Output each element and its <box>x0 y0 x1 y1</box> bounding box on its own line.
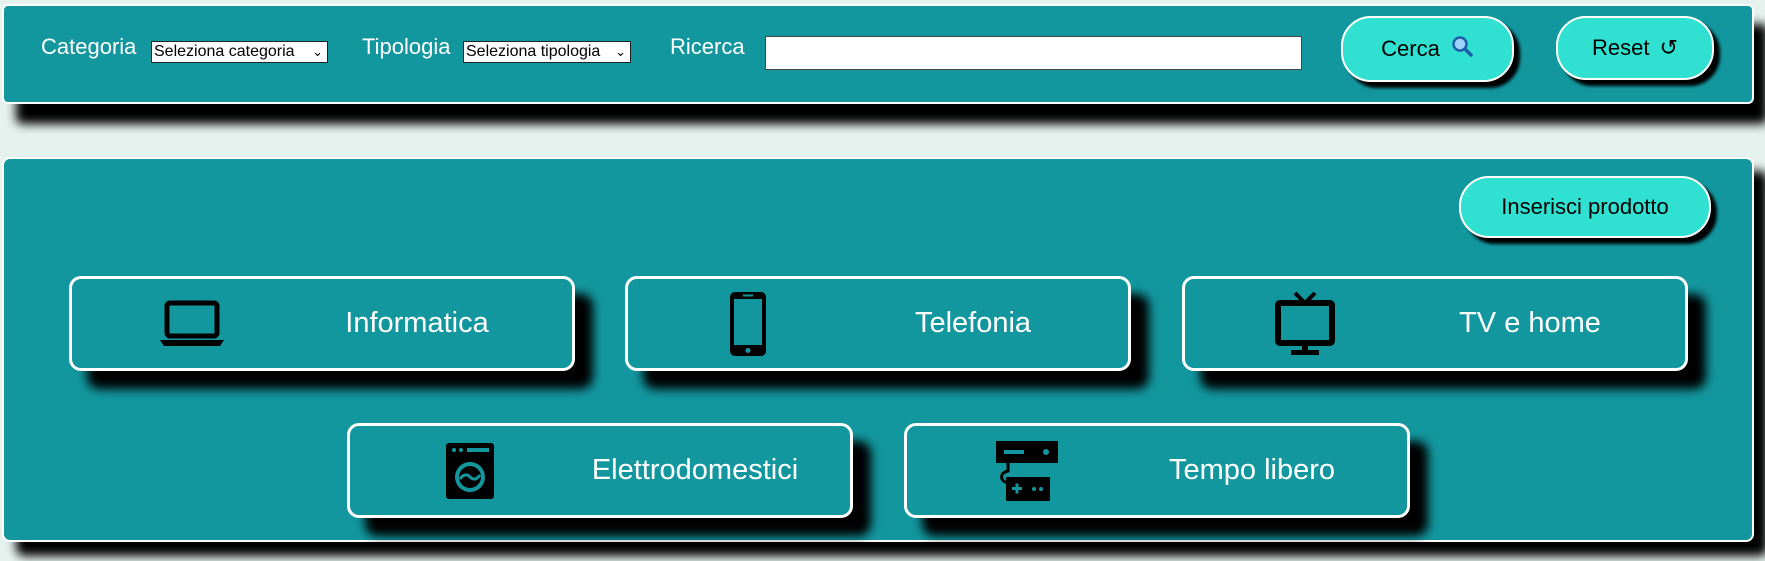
category-label: Telefonia <box>914 307 1032 339</box>
tipologia-select-value: Seleziona tipologia <box>466 43 601 60</box>
chevron-down-icon: ⌄ <box>312 44 323 59</box>
categoria-select[interactable]: Seleziona categoria ⌄ <box>151 41 328 63</box>
category-tempo-libero[interactable]: Tempo libero <box>904 423 1410 518</box>
tv-icon <box>1185 289 1425 359</box>
category-label: Tempo libero <box>1168 454 1336 486</box>
game-console-icon <box>907 436 1147 506</box>
insert-product-label: Inserisci prodotto <box>1501 194 1669 219</box>
reload-icon: ↺ <box>1659 35 1678 60</box>
search-input[interactable] <box>765 36 1302 70</box>
category-telefonia[interactable]: Telefonia <box>625 276 1131 371</box>
category-label: Informatica <box>345 307 489 339</box>
magnifier-icon <box>1450 34 1474 64</box>
tipologia-label: Tipologia <box>362 34 451 59</box>
category-label: TV e home <box>1459 307 1601 339</box>
category-informatica[interactable]: Informatica <box>69 276 575 371</box>
filter-bar: Categoria Seleziona categoria ⌄ Tipologi… <box>2 4 1754 104</box>
ricerca-label: Ricerca <box>670 34 745 59</box>
categoria-select-value: Seleziona categoria <box>154 43 295 60</box>
categoria-label: Categoria <box>41 34 137 59</box>
reset-button[interactable]: Reset ↺ <box>1556 16 1714 80</box>
search-button[interactable]: Cerca <box>1341 16 1514 82</box>
laptop-icon <box>72 289 312 359</box>
category-elettrodomestici[interactable]: Elettrodomestici <box>347 423 853 518</box>
chevron-down-icon: ⌄ <box>615 44 626 59</box>
category-tv-home[interactable]: TV e home <box>1182 276 1688 371</box>
smartphone-icon <box>628 289 868 359</box>
washing-machine-icon <box>350 436 590 506</box>
insert-product-button[interactable]: Inserisci prodotto <box>1459 176 1711 238</box>
product-panel: Inserisci prodotto Informatica Telefonia <box>2 157 1754 542</box>
search-button-label: Cerca <box>1381 36 1440 61</box>
tipologia-select[interactable]: Seleziona tipologia ⌄ <box>463 41 631 63</box>
category-label: Elettrodomestici <box>591 454 799 486</box>
reset-button-label: Reset <box>1592 35 1650 60</box>
